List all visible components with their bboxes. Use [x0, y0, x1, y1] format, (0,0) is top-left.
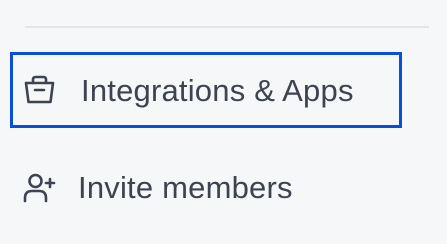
user-add-icon — [22, 170, 57, 205]
menu-item-label: Invite members — [78, 169, 293, 205]
menu-item-label: Integrations & Apps — [81, 72, 354, 108]
shopping-bag-icon — [22, 73, 57, 108]
menu-item-integrations-apps[interactable]: Integrations & Apps — [10, 52, 402, 128]
menu-divider — [25, 26, 429, 28]
menu-item-invite-members[interactable]: Invite members — [10, 149, 402, 225]
